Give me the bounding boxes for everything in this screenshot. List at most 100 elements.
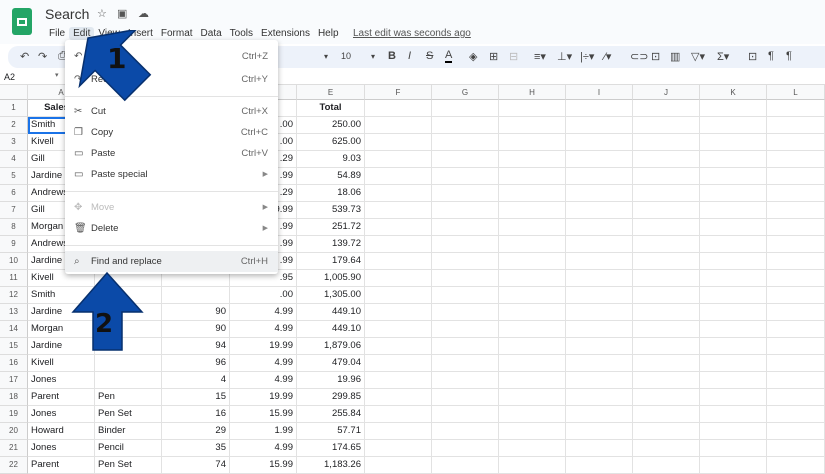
cell[interactable]	[700, 287, 767, 304]
cell[interactable]	[700, 134, 767, 151]
cell[interactable]	[767, 202, 825, 219]
cell[interactable]	[700, 270, 767, 287]
row-header[interactable]: 14	[0, 321, 28, 338]
cell[interactable]	[700, 440, 767, 457]
cell[interactable]	[633, 185, 700, 202]
cell[interactable]	[633, 372, 700, 389]
cell[interactable]	[499, 168, 566, 185]
row-header[interactable]: 18	[0, 389, 28, 406]
cell[interactable]	[432, 117, 499, 134]
cell[interactable]	[767, 440, 825, 457]
fill-color-icon[interactable]: ◈	[469, 50, 477, 63]
cell[interactable]: 18.06	[297, 185, 365, 202]
cell[interactable]	[432, 100, 499, 117]
cell[interactable]	[767, 151, 825, 168]
cell[interactable]: 255.84	[297, 406, 365, 423]
cell[interactable]	[566, 117, 633, 134]
cell[interactable]	[566, 253, 633, 270]
cell[interactable]	[365, 457, 432, 474]
cell[interactable]	[432, 440, 499, 457]
cell[interactable]: 1,879.06	[297, 338, 365, 355]
cell[interactable]	[499, 253, 566, 270]
row-header[interactable]: 20	[0, 423, 28, 440]
cell[interactable]: 250.00	[297, 117, 365, 134]
italic-button[interactable]: I	[408, 50, 411, 62]
cell[interactable]: Pencil	[95, 440, 162, 457]
cell[interactable]	[767, 338, 825, 355]
ltr-icon[interactable]: ¶	[768, 50, 774, 62]
row-header[interactable]: 13	[0, 304, 28, 321]
font-dropdown-arrow-icon[interactable]: ▾	[324, 52, 328, 61]
cell[interactable]: 539.73	[297, 202, 365, 219]
row-header[interactable]: 11	[0, 270, 28, 287]
column-header-e[interactable]: E	[297, 85, 365, 100]
cell[interactable]	[633, 151, 700, 168]
cell[interactable]	[767, 406, 825, 423]
row-header[interactable]: 4	[0, 151, 28, 168]
cell[interactable]	[432, 253, 499, 270]
cell[interactable]	[432, 219, 499, 236]
cell[interactable]: Howard	[28, 423, 95, 440]
cell[interactable]: Jones	[28, 372, 95, 389]
cell[interactable]: 35	[162, 440, 230, 457]
cell[interactable]: .00	[230, 287, 297, 304]
redo-icon[interactable]: ↷	[38, 50, 47, 63]
name-box[interactable]: A2	[4, 72, 15, 82]
menu-data[interactable]: Data	[197, 27, 226, 40]
cell[interactable]: 19.99	[230, 338, 297, 355]
cell[interactable]	[566, 372, 633, 389]
name-box-dropdown-icon[interactable]: ▾	[55, 71, 59, 79]
cell[interactable]	[432, 151, 499, 168]
cell[interactable]	[432, 321, 499, 338]
menu-extensions[interactable]: Extensions	[257, 27, 314, 40]
cell[interactable]	[365, 338, 432, 355]
row-header[interactable]: 2	[0, 117, 28, 134]
cell[interactable]: 90	[162, 321, 230, 338]
cell[interactable]: 449.10	[297, 321, 365, 338]
cell[interactable]: 96	[162, 355, 230, 372]
cell[interactable]: Pen Set	[95, 457, 162, 474]
link-icon[interactable]: ⊂⊃	[630, 50, 648, 63]
menu-item-delete[interactable]: 🗑 Delete ▶	[65, 218, 278, 239]
cloud-status-icon[interactable]: ☁	[138, 7, 149, 20]
cell[interactable]	[700, 253, 767, 270]
cell[interactable]	[700, 355, 767, 372]
row-header[interactable]: 9	[0, 236, 28, 253]
cell[interactable]	[767, 372, 825, 389]
cell[interactable]	[700, 372, 767, 389]
cell[interactable]	[365, 321, 432, 338]
merge-cells-icon[interactable]: ⊟	[509, 50, 518, 63]
cell[interactable]	[432, 406, 499, 423]
input-tools-icon[interactable]: ⊡	[748, 50, 757, 63]
cell[interactable]	[499, 219, 566, 236]
cell[interactable]	[365, 100, 432, 117]
row-header[interactable]: 21	[0, 440, 28, 457]
cell[interactable]	[767, 389, 825, 406]
cell[interactable]	[499, 355, 566, 372]
cell[interactable]: 90	[162, 304, 230, 321]
align-left-icon[interactable]: ≡▾	[534, 50, 546, 63]
cell[interactable]	[365, 372, 432, 389]
cell[interactable]: Parent	[28, 457, 95, 474]
font-size-field[interactable]: 10	[341, 51, 351, 61]
cell[interactable]: 29	[162, 423, 230, 440]
cell[interactable]: 94	[162, 338, 230, 355]
cell[interactable]: 1,305.00	[297, 287, 365, 304]
cell[interactable]	[566, 406, 633, 423]
cell[interactable]	[499, 372, 566, 389]
cell[interactable]	[566, 202, 633, 219]
cell[interactable]: 15	[162, 389, 230, 406]
cell[interactable]	[700, 338, 767, 355]
row-header[interactable]: 12	[0, 287, 28, 304]
cell[interactable]	[499, 440, 566, 457]
cell[interactable]	[700, 117, 767, 134]
row-header[interactable]: 16	[0, 355, 28, 372]
cell[interactable]	[566, 100, 633, 117]
column-header-f[interactable]: F	[365, 85, 432, 100]
menu-tools[interactable]: Tools	[226, 27, 257, 40]
cell[interactable]	[432, 304, 499, 321]
row-header[interactable]: 8	[0, 219, 28, 236]
cell[interactable]	[365, 219, 432, 236]
cell[interactable]	[432, 389, 499, 406]
row-header[interactable]: 10	[0, 253, 28, 270]
